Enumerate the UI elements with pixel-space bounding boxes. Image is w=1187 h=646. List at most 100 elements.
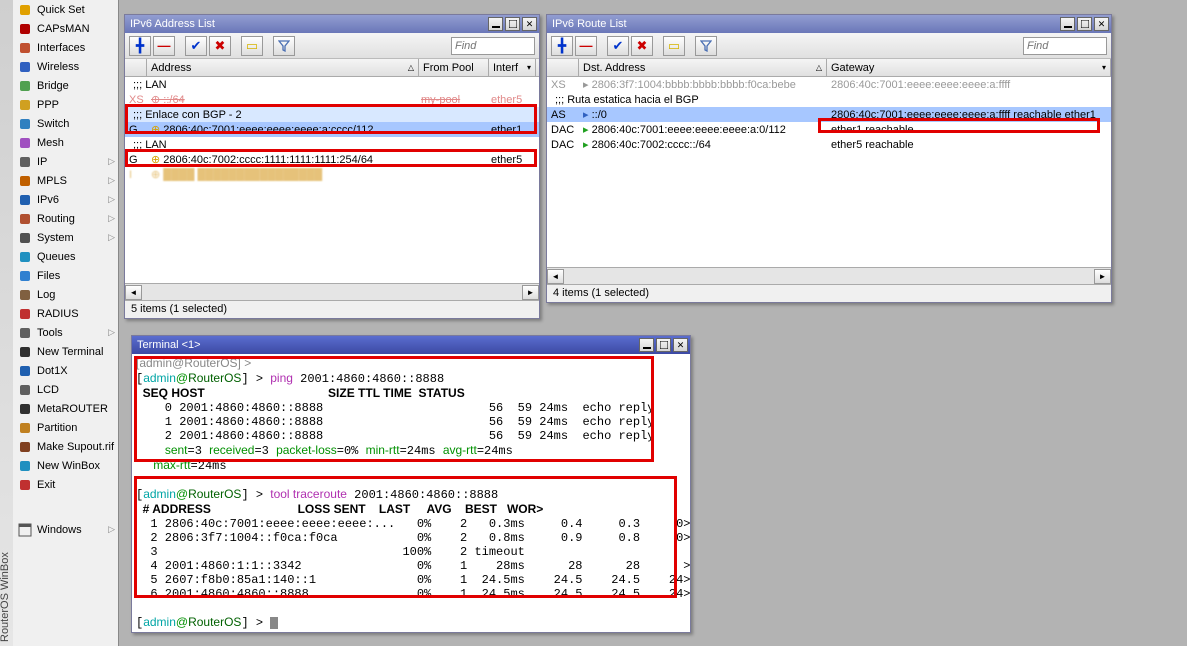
menu-icon	[17, 401, 33, 417]
disable-button[interactable]: ✖	[209, 36, 231, 56]
close-button[interactable]: ✕	[522, 17, 537, 31]
route-col-gateway[interactable]: Gateway▾	[827, 59, 1111, 76]
menu-label: System	[37, 232, 74, 244]
menu-icon	[17, 439, 33, 455]
find-input[interactable]	[1023, 37, 1107, 55]
route-col-flag[interactable]	[547, 59, 579, 76]
menu-label: LCD	[37, 384, 59, 396]
submenu-arrow-icon: ▷	[108, 194, 115, 205]
close-button[interactable]: ✕	[1094, 17, 1109, 31]
enable-button[interactable]: ✔	[185, 36, 207, 56]
route-grid-body[interactable]: XS▸ 2806:3f7:1004:bbbb:bbbb:bbbb:f0ca:be…	[547, 77, 1111, 267]
menu-item-new-terminal[interactable]: New Terminal	[13, 342, 119, 361]
addr-hscroll[interactable]: ◄ ►	[125, 283, 539, 300]
route-row[interactable]: DAC▸ 2806:40c:7002:cccc::/64ether5 reach…	[547, 137, 1111, 152]
maximize-button[interactable]	[505, 17, 520, 31]
remove-button[interactable]: —	[575, 36, 597, 56]
addr-col-address[interactable]: Address△	[147, 59, 419, 76]
route-row[interactable]: DAC▸ 2806:40c:7001:eeee:eeee:eeee:a:0/11…	[547, 122, 1111, 137]
menu-item-wireless[interactable]: Wireless	[13, 57, 119, 76]
winbox-vertical-title: RouterOS WinBox	[0, 0, 13, 646]
addr-col-frompool[interactable]: From Pool	[419, 59, 489, 76]
menu-icon	[17, 154, 33, 170]
menu-item-dot1x[interactable]: Dot1X	[13, 361, 119, 380]
close-button[interactable]: ✕	[673, 338, 688, 352]
address-row[interactable]: G⊕ 2806:40c:7002:cccc:1111:1111:1111:254…	[125, 152, 539, 167]
menu-icon	[17, 522, 33, 538]
address-row[interactable]: ;;; LAN	[125, 137, 539, 152]
route-row[interactable]: ;;; Ruta estatica hacia el BGP	[547, 92, 1111, 107]
addr-col-flag[interactable]	[125, 59, 147, 76]
menu-item-bridge[interactable]: Bridge	[13, 76, 119, 95]
menu-icon	[17, 135, 33, 151]
menu-item-tools[interactable]: Tools▷	[13, 323, 119, 342]
menu-item-quick-set[interactable]: Quick Set	[13, 0, 119, 19]
menu-icon	[17, 306, 33, 322]
addr-titlebar[interactable]: IPv6 Address List ✕	[125, 15, 539, 33]
menu-item-make-supout-rif[interactable]: Make Supout.rif	[13, 437, 119, 456]
route-row[interactable]: XS▸ 2806:3f7:1004:bbbb:bbbb:bbbb:f0ca:be…	[547, 77, 1111, 92]
menu-item-system[interactable]: System▷	[13, 228, 119, 247]
menu-item-exit[interactable]: Exit	[13, 475, 119, 494]
find-input[interactable]	[451, 37, 535, 55]
comment-button[interactable]: ▭	[663, 36, 685, 56]
enable-button[interactable]: ✔	[607, 36, 629, 56]
menu-item-ipv6[interactable]: IPv6▷	[13, 190, 119, 209]
scroll-right-button[interactable]: ►	[1094, 269, 1111, 284]
addr-grid-body[interactable]: ;;; LANXS⊕ ::/64my-poolether5;;; Enlace …	[125, 77, 539, 283]
comment-button[interactable]: ▭	[241, 36, 263, 56]
route-titlebar[interactable]: IPv6 Route List ✕	[547, 15, 1111, 33]
route-col-dst[interactable]: Dst. Address△	[579, 59, 827, 76]
menu-label: Log	[37, 289, 55, 301]
menu-item-switch[interactable]: Switch	[13, 114, 119, 133]
menu-item-queues[interactable]: Queues	[13, 247, 119, 266]
remove-button[interactable]: —	[153, 36, 175, 56]
disable-button[interactable]: ✖	[631, 36, 653, 56]
menu-icon	[17, 192, 33, 208]
minimize-button[interactable]	[1060, 17, 1075, 31]
terminal-window: Terminal <1> ✕ [admin@RouterOS] > [admin…	[131, 335, 691, 633]
address-row[interactable]: XS⊕ ::/64my-poolether5	[125, 92, 539, 107]
menu-item-partition[interactable]: Partition	[13, 418, 119, 437]
filter-button[interactable]	[695, 36, 717, 56]
minimize-button[interactable]	[639, 338, 654, 352]
route-row[interactable]: AS▸ ::/02806:40c:7001:eeee:eeee:eeee:a:f…	[547, 107, 1111, 122]
addr-col-interface[interactable]: Interf▾	[489, 59, 536, 76]
menu-icon	[17, 344, 33, 360]
menu-item-new-winbox[interactable]: New WinBox	[13, 456, 119, 475]
add-button[interactable]: ╋	[551, 36, 573, 56]
maximize-button[interactable]	[656, 338, 671, 352]
menu-item-mpls[interactable]: MPLS▷	[13, 171, 119, 190]
sidebar: RouterOS WinBox Quick SetCAPsMANInterfac…	[0, 0, 119, 646]
address-row[interactable]: G⊕ 2806:40c:7001:eeee:eeee:eeee:a:cccc/1…	[125, 122, 539, 137]
maximize-button[interactable]	[1077, 17, 1092, 31]
menu-item-log[interactable]: Log	[13, 285, 119, 304]
menu-item-routing[interactable]: Routing▷	[13, 209, 119, 228]
menu-item-mesh[interactable]: Mesh	[13, 133, 119, 152]
menu-item-ip[interactable]: IP▷	[13, 152, 119, 171]
menu-item-files[interactable]: Files	[13, 266, 119, 285]
menu-label: Files	[37, 270, 60, 282]
menu-item-interfaces[interactable]: Interfaces	[13, 38, 119, 57]
minimize-button[interactable]	[488, 17, 503, 31]
scroll-left-button[interactable]: ◄	[547, 269, 564, 284]
menu-icon	[17, 116, 33, 132]
terminal-body[interactable]: [admin@RouterOS] > [admin@RouterOS] > pi…	[132, 354, 690, 632]
term-titlebar[interactable]: Terminal <1> ✕	[132, 336, 690, 354]
menu-icon	[17, 97, 33, 113]
address-row[interactable]: ;;; Enlace con BGP - 2	[125, 107, 539, 122]
menu-label: MetaROUTER	[37, 403, 108, 415]
menu-item-ppp[interactable]: PPP	[13, 95, 119, 114]
add-button[interactable]: ╋	[129, 36, 151, 56]
menu-item-metarouter[interactable]: MetaROUTER	[13, 399, 119, 418]
scroll-right-button[interactable]: ►	[522, 285, 539, 300]
address-row[interactable]: I⊕ ████ ████████████████	[125, 167, 539, 182]
filter-button[interactable]	[273, 36, 295, 56]
route-hscroll[interactable]: ◄ ►	[547, 267, 1111, 284]
address-row[interactable]: ;;; LAN	[125, 77, 539, 92]
scroll-left-button[interactable]: ◄	[125, 285, 142, 300]
menu-item-windows[interactable]: Windows▷	[13, 520, 119, 539]
menu-item-capsman[interactable]: CAPsMAN	[13, 19, 119, 38]
menu-item-lcd[interactable]: LCD	[13, 380, 119, 399]
menu-item-radius[interactable]: RADIUS	[13, 304, 119, 323]
